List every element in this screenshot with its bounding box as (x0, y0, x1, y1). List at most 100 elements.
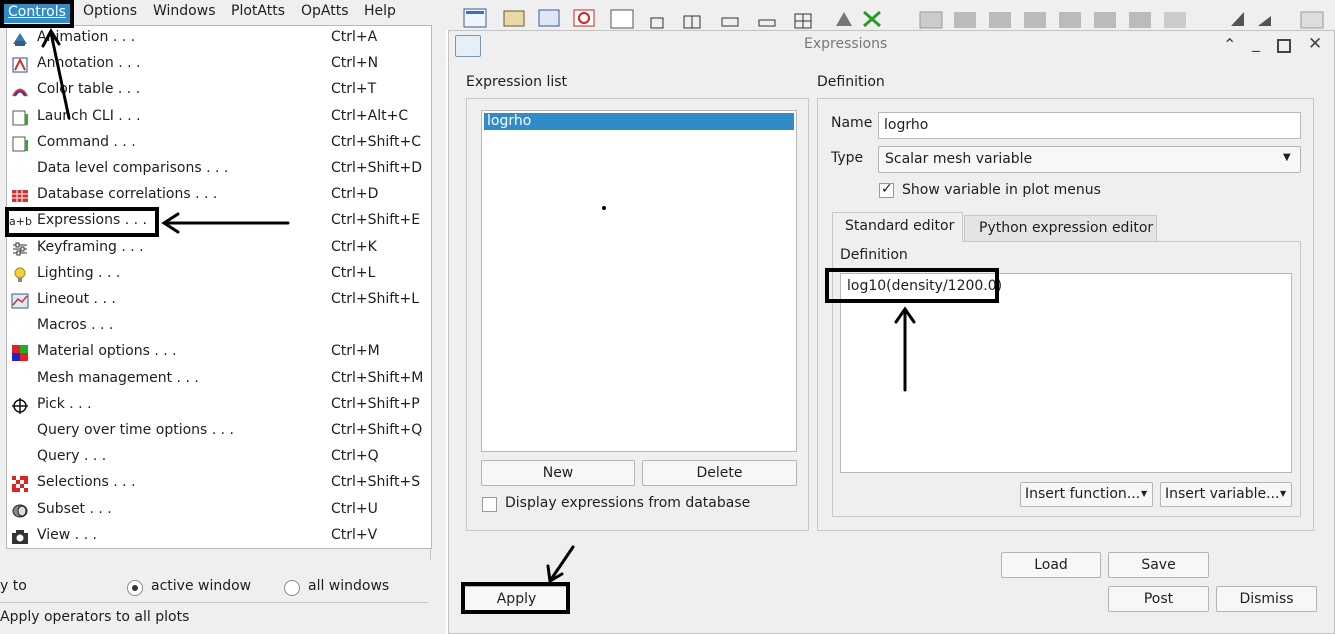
controls-menu: Animation . . . Ctrl+A Annotation . . . Ctr… (6, 25, 432, 549)
menu-item-color-table[interactable]: Color table . . . Ctrl+T (7, 78, 431, 104)
keyframing-icon (11, 240, 29, 258)
menu-item-shortcut: Ctrl+D (331, 186, 379, 203)
highlight-apply-button (461, 582, 570, 614)
expression-list-label: Expression list (466, 74, 568, 90)
menu-item-command[interactable]: Command . . . Ctrl+Shift+C (7, 131, 431, 157)
expressions-dialog: Expressions ⌃ _ ✕ Expression list logrho… (448, 30, 1335, 634)
name-field[interactable]: logrho (878, 112, 1301, 139)
menu-item-query[interactable]: Query . . . Ctrl+Q (7, 445, 431, 471)
menu-options[interactable]: Options (83, 3, 137, 19)
menu-item-label: Pick . . . (37, 395, 92, 412)
dismiss-button[interactable]: Dismiss (1216, 586, 1317, 612)
definition-editor[interactable]: log10(density/1200.0) (840, 273, 1292, 473)
dialog-titlebar[interactable]: Expressions ⌃ _ ✕ (449, 31, 1334, 61)
insert-function-label: Insert function... (1025, 486, 1141, 502)
load-button[interactable]: Load (1001, 552, 1101, 578)
menu-item-label: Database correlations . . . (37, 186, 218, 203)
menu-item-label: Animation . . . (37, 29, 136, 45)
highlight-expressions-item (5, 207, 159, 237)
lineout-icon (11, 292, 29, 310)
menu-plotatts[interactable]: PlotAtts (231, 3, 285, 19)
shade-icon[interactable]: ⌃ (1223, 35, 1236, 54)
menu-item-query-over-time-options[interactable]: Query over time options . . . Ctrl+Shift+… (7, 419, 431, 445)
menu-item-shortcut: Ctrl+Shift+S (331, 474, 421, 491)
maximize-icon[interactable] (1277, 39, 1291, 53)
active-window-label: active window (151, 578, 252, 594)
menu-item-launch-cli[interactable]: Launch CLI . . . Ctrl+Alt+C (7, 105, 431, 131)
menu-item-label: Material options . . . (37, 343, 177, 360)
dialog-title: Expressions (804, 36, 888, 52)
menu-item-annotation[interactable]: Annotation . . . Ctrl+N (7, 52, 431, 78)
toolbar (446, 0, 1335, 30)
expression-list[interactable]: logrho (481, 110, 797, 452)
menu-item-animation[interactable]: Animation . . . Ctrl+A (7, 26, 431, 52)
menu-item-lineout[interactable]: Lineout . . . Ctrl+Shift+L (7, 288, 431, 314)
menu-item-shortcut: Ctrl+V (331, 526, 378, 543)
menu-item-mesh-management[interactable]: Mesh management . . . Ctrl+Shift+M (7, 367, 431, 393)
menu-item-label: Data level comparisons . . . (37, 160, 229, 176)
menu-windows[interactable]: Windows (153, 3, 216, 19)
menu-item-label: Mesh management . . . (37, 369, 199, 386)
insert-function-select[interactable]: Insert function... ▼ (1020, 482, 1153, 507)
display-from-db-label: Display expressions from database (505, 495, 751, 511)
post-button[interactable]: Post (1108, 586, 1209, 612)
menu-item-label: Color table . . . (37, 81, 141, 98)
close-icon[interactable]: ✕ (1308, 34, 1322, 54)
material-icon (11, 344, 29, 362)
expression-list-item[interactable]: logrho (484, 113, 794, 130)
type-select[interactable]: Scalar mesh variable ▼ (878, 146, 1301, 173)
new-button[interactable]: New (481, 460, 635, 486)
menu-item-material-options[interactable]: Material options . . . Ctrl+M (7, 340, 431, 366)
menu-item-shortcut: Ctrl+Q (331, 448, 379, 465)
database-correlation-icon (11, 187, 29, 205)
menu-item-shortcut: Ctrl+Shift+Q (331, 422, 423, 438)
display-from-db-checkbox[interactable] (482, 497, 497, 512)
menu-item-shortcut: Ctrl+K (331, 238, 377, 255)
show-in-menus-checkbox[interactable]: ✓ (879, 181, 894, 198)
insert-variable-select[interactable]: Insert variable... ▼ (1160, 482, 1292, 507)
menu-item-shortcut: Ctrl+U (331, 500, 378, 517)
definition-label: Definition (840, 247, 908, 263)
active-window-radio[interactable] (127, 580, 143, 596)
all-windows-radio[interactable] (284, 580, 300, 596)
window-menu-icon[interactable] (455, 35, 481, 57)
tab-python-editor-label: Python expression editor (979, 220, 1154, 236)
menu-item-selections[interactable]: Selections . . . Ctrl+Shift+S (7, 471, 431, 497)
type-label: Type (831, 150, 864, 166)
menu-item-view[interactable]: View . . . Ctrl+V (7, 524, 431, 550)
menu-item-shortcut: Ctrl+Shift+M (331, 369, 424, 386)
tab-python-editor[interactable]: Python expression editor (964, 215, 1157, 242)
menu-item-keyframing[interactable]: Keyframing . . . Ctrl+K (7, 236, 431, 262)
menu-item-label: Query . . . (37, 448, 107, 465)
menu-item-shortcut: Ctrl+Alt+C (331, 107, 409, 124)
menu-item-shortcut: Ctrl+Shift+E (331, 212, 421, 229)
menu-item-data-level-comparisons[interactable]: Data level comparisons . . . Ctrl+Shift+D (7, 157, 431, 183)
menu-item-label: View . . . (37, 526, 97, 543)
minimize-icon[interactable]: _ (1252, 33, 1260, 52)
toolbar-buttons[interactable] (463, 8, 1324, 29)
menu-item-subset[interactable]: Subset . . . Ctrl+U (7, 498, 431, 524)
menu-item-label: Keyframing . . . (37, 238, 144, 255)
selections-icon (11, 475, 29, 493)
menu-item-shortcut: Ctrl+N (331, 55, 379, 72)
toolbar-icons (463, 8, 1324, 29)
chevron-down-icon: ▼ (1280, 489, 1287, 498)
menu-item-shortcut: Ctrl+A (331, 29, 378, 45)
apply-to-row: y to active window all windows Apply ope… (0, 560, 432, 634)
camera-icon (11, 528, 29, 546)
menu-item-macros[interactable]: Macros . . . (7, 314, 431, 340)
menu-item-pick[interactable]: Pick . . . Ctrl+Shift+P (7, 393, 431, 419)
animation-icon (11, 30, 29, 48)
menu-item-database-correlations[interactable]: Database correlations . . . Ctrl+D (7, 183, 431, 209)
tab-standard-editor[interactable]: Standard editor (832, 212, 963, 242)
menu-help[interactable]: Help (364, 3, 396, 19)
highlight-definition-text (825, 268, 999, 303)
menu-item-lighting[interactable]: Lighting . . . Ctrl+L (7, 262, 431, 288)
subset-icon (11, 502, 29, 520)
menu-opatts[interactable]: OpAtts (301, 3, 349, 19)
checkmark-icon: ✓ (881, 181, 893, 197)
delete-button[interactable]: Delete (642, 460, 797, 486)
save-button[interactable]: Save (1108, 552, 1209, 578)
menu-item-shortcut: Ctrl+Shift+D (331, 160, 422, 176)
pick-crosshair-icon (11, 397, 29, 415)
